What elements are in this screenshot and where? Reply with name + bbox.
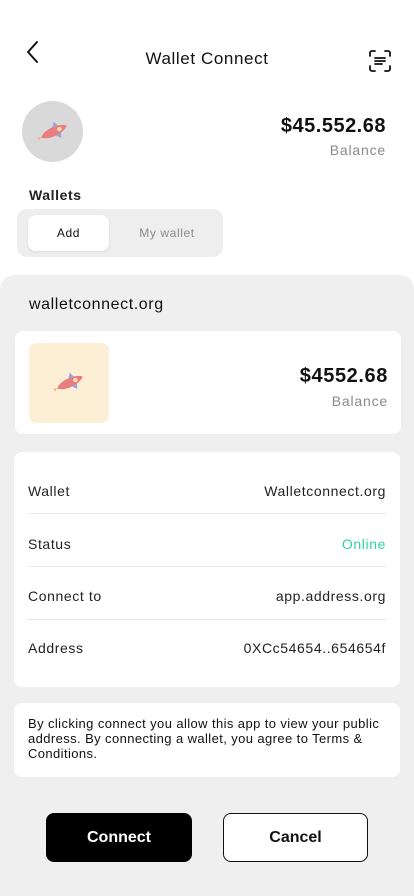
scan-icon (369, 50, 391, 72)
header: Wallet Connect (0, 0, 414, 100)
wallets-label: Wallets (29, 187, 82, 203)
balance-label: Balance (329, 142, 386, 158)
rocket-icon (36, 121, 67, 141)
connection-details-card: Wallet Walletconnect.org Status Online C… (14, 452, 400, 687)
tab-add[interactable]: Add (28, 215, 109, 251)
page-title: Wallet Connect (145, 49, 269, 68)
divider (28, 513, 386, 514)
detail-row-connect-to: Connect to app.address.org (28, 569, 386, 622)
app-balance-amount: $4552.68 (299, 365, 388, 387)
detail-value: 0XCc54654..654654f (243, 639, 386, 656)
detail-value: Walletconnect.org (264, 482, 386, 499)
terms-text: By clicking connect you allow this app t… (28, 716, 380, 761)
status-badge: Online (341, 535, 386, 552)
avatar (22, 101, 83, 162)
terms-card: By clicking connect you allow this app t… (14, 703, 400, 777)
detail-key: Address (28, 639, 84, 656)
site-name: walletconnect.org (29, 296, 164, 313)
divider (28, 619, 386, 620)
detail-row-address: Address 0XCc54654..654654f (28, 621, 386, 674)
detail-value: app.address.org (275, 587, 386, 604)
balance-amount: $45.552.68 (280, 115, 386, 137)
detail-key: Connect to (28, 587, 102, 604)
divider (28, 566, 386, 567)
connect-button[interactable]: Connect (46, 813, 192, 862)
scan-button[interactable] (367, 48, 393, 74)
cancel-button[interactable]: Cancel (223, 813, 368, 862)
app-icon (29, 343, 109, 423)
account-balance: $45.552.68 Balance (281, 115, 386, 158)
wallets-tabs: Add My wallet (17, 209, 223, 257)
detail-key: Status (28, 535, 72, 552)
tab-my-wallet[interactable]: My wallet (117, 215, 217, 251)
rocket-icon (52, 372, 83, 392)
app-balance-label: Balance (331, 393, 388, 409)
detail-row-wallet: Wallet Walletconnect.org (28, 464, 386, 517)
app-balance-card: $4552.68 Balance (15, 331, 401, 434)
detail-row-status: Status Online (28, 517, 386, 570)
detail-key: Wallet (28, 482, 70, 499)
